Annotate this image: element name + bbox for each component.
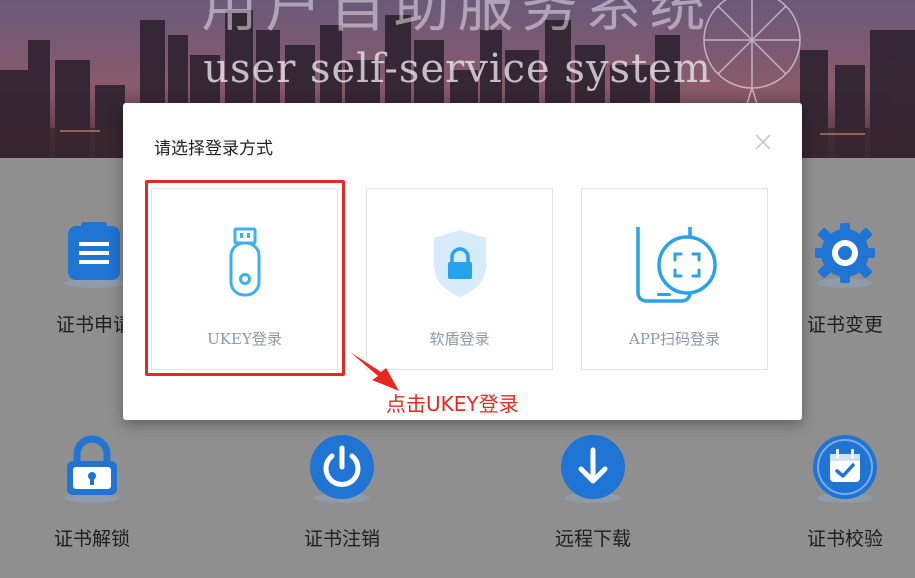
ukey-login-option[interactable]: UKEY登录	[151, 188, 338, 370]
login-method-dialog: 请选择登录方式 UKEY登录 软盾登录 APP扫码登录	[123, 103, 802, 420]
option-label: 软盾登录	[429, 330, 490, 348]
option-label: UKEY登录	[207, 330, 282, 348]
dialog-title: 请选择登录方式	[154, 139, 273, 159]
annotation-text: 点击UKEY登录	[386, 392, 519, 416]
shield-lock-icon	[367, 227, 552, 303]
soft-shield-login-option[interactable]: 软盾登录	[366, 188, 553, 370]
usb-key-icon	[152, 227, 337, 303]
app-scan-login-option[interactable]: APP扫码登录	[581, 188, 768, 370]
option-label: APP扫码登录	[628, 330, 721, 348]
close-icon[interactable]	[754, 133, 772, 151]
phone-scan-icon	[582, 217, 767, 303]
